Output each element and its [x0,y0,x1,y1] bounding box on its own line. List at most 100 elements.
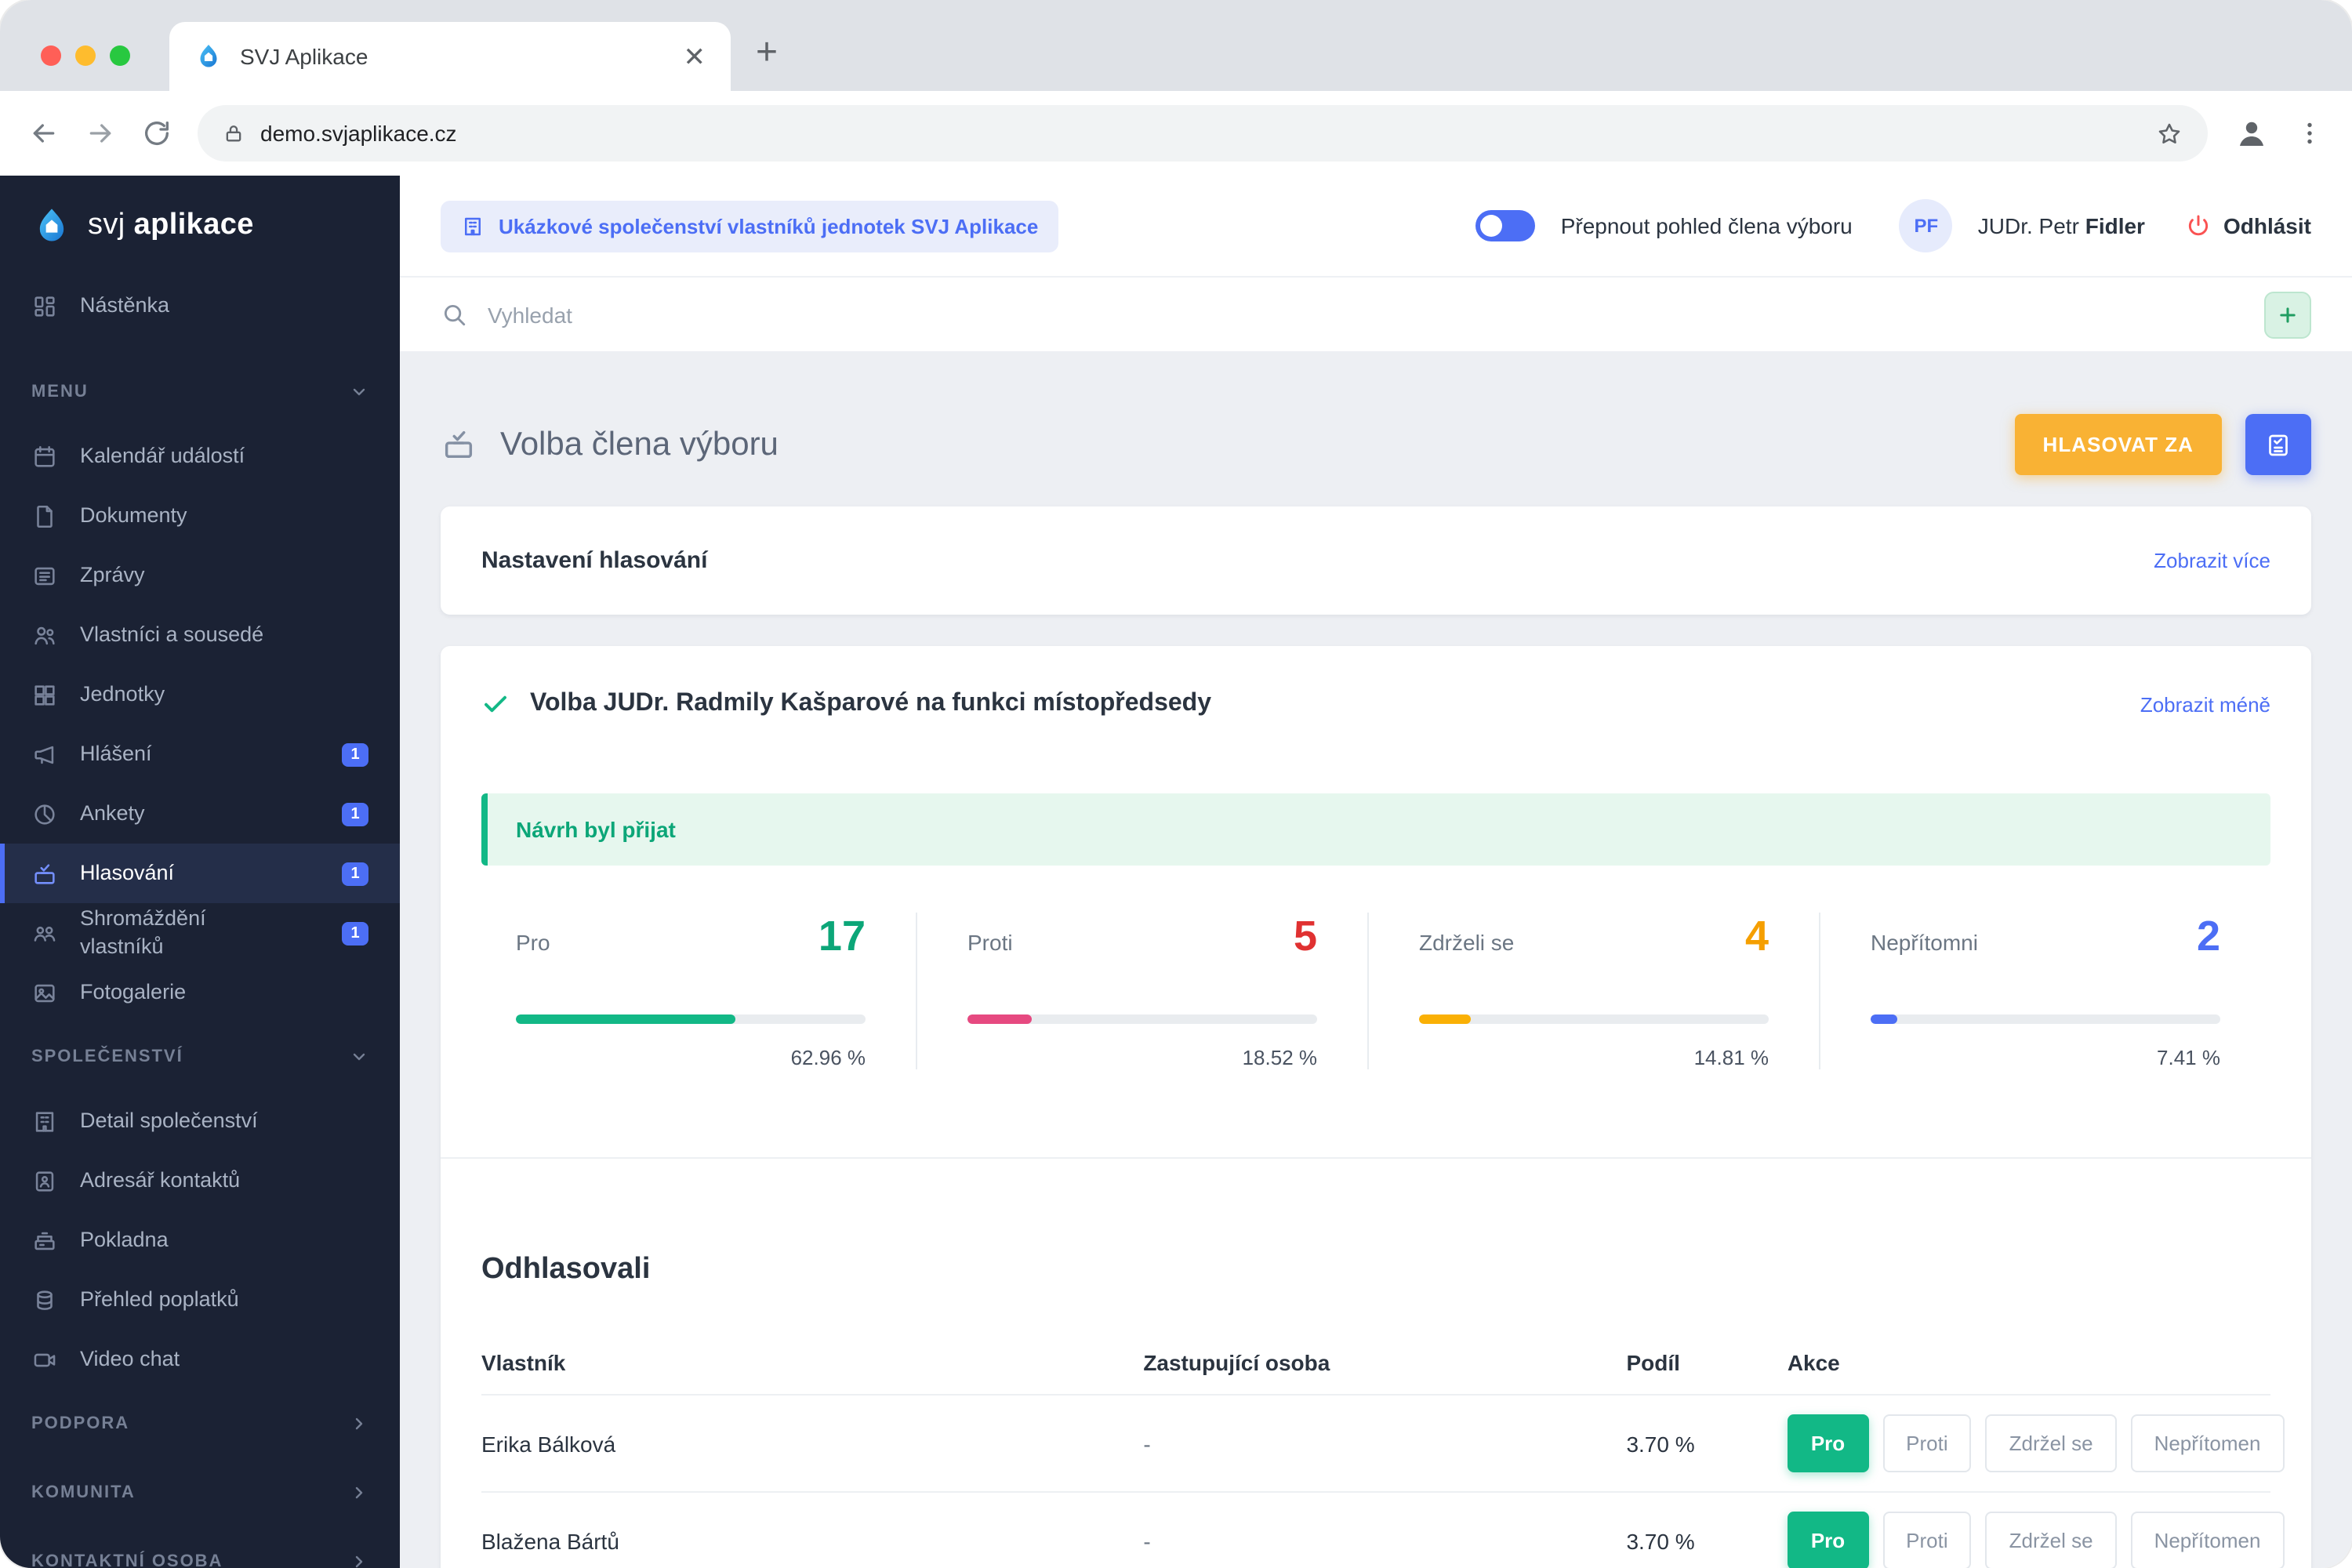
vote-nepritomen-button[interactable]: Nepřítomen [2130,1512,2285,1568]
vote-for-button[interactable]: HLASOVAT ZA [2014,414,2222,475]
sidebar-item-kalendar[interactable]: Kalendář událostí [0,426,400,486]
logout-button[interactable]: Odhlásit [2186,213,2311,238]
vote-actions: Pro Proti Zdržel se Nepřítomen [1787,1414,2285,1472]
stat-label: Nepřítomni [1871,930,1978,955]
dashboard-icon [34,296,55,316]
stat-percentage: 62.96 % [790,1046,866,1069]
committee-view-toggle[interactable] [1475,210,1536,241]
back-icon[interactable] [28,118,60,149]
browser-profile-icon[interactable] [2233,114,2270,152]
sidebar-item-shromazdeni[interactable]: Shromáždění vlastníků 1 [0,903,400,963]
vote-pro-button[interactable]: Pro [1787,1414,1869,1472]
sidebar-section-podpora[interactable]: PODPORA [0,1389,400,1458]
calendar-icon [34,445,55,466]
power-icon [2188,215,2209,236]
voter-name: Blažena Bártů [481,1528,619,1553]
sidebar-item-vlastnici[interactable]: Vlastníci a sousedé [0,605,400,665]
browser-tabstrip: SVJ Aplikace ✕ + [0,0,2352,91]
sidebar-item-jednotky[interactable]: Jednotky [0,665,400,724]
voter-share: 3.70 % [1626,1431,1695,1456]
ballot-box-icon [445,430,473,459]
user-avatar[interactable]: PF [1899,199,1953,252]
show-more-link[interactable]: Zobrazit více [2154,549,2270,572]
sidebar-item-hlaseni[interactable]: Hlášení 1 [0,724,400,784]
document-icon [37,504,53,528]
sidebar-item-nastenka[interactable]: Nástěnka [0,276,400,336]
stat-value: 5 [1293,913,1317,960]
sidebar-item-dokumenty[interactable]: Dokumenty [0,486,400,546]
progress-bar [967,1014,1317,1024]
address-bar[interactable]: demo.svjaplikace.cz [198,105,2208,162]
cash-register-icon [34,1231,55,1250]
chevron-right-icon [355,1486,363,1499]
settings-card-title: Nastavení hlasování [481,547,708,574]
stat-proti: Proti 5 18.52 % [916,913,1367,1069]
reload-icon[interactable] [141,118,172,149]
column-vlastnik: Vlastník [481,1350,566,1375]
table-header-row: Vlastník Zastupující osoba Podíl Akce [481,1331,2270,1396]
coins-icon [37,1290,53,1309]
stat-value: 4 [1744,913,1769,960]
group-icon [34,925,56,941]
chevron-down-icon [353,1053,365,1061]
sidebar-section-kontaktni-osoba[interactable]: KONTAKTNÍ OSOBA [0,1527,400,1568]
stat-pro: Pro 17 62.96 % [481,913,916,1069]
progress-bar [1419,1014,1769,1024]
vote-stats: Pro 17 62.96 % Proti 5 18.52 % Zdrželi s… [481,913,2270,1157]
sidebar-item-detail-spolecenstvi[interactable]: Detail společenství [0,1091,400,1151]
company-chip[interactable]: Ukázkové společenství vlastníků jednotek… [441,200,1059,252]
voter-name: Erika Bálková [481,1431,616,1456]
sidebar-item-video-chat[interactable]: Video chat [0,1330,400,1389]
vote-nepritomen-button[interactable]: Nepřítomen [2130,1414,2285,1472]
voted-section-heading: Odhlasovali [481,1253,651,1286]
sidebar-section-spolecenstvi[interactable]: SPOLEČENSTVÍ [0,1022,400,1091]
video-camera-icon [34,1352,56,1367]
browser-tab[interactable]: SVJ Aplikace ✕ [169,22,731,91]
stat-percentage: 7.41 % [2157,1046,2220,1069]
show-less-link[interactable]: Zobrazit méně [2140,692,2270,716]
add-button[interactable] [2264,291,2311,338]
sidebar-item-adresar[interactable]: Adresář kontaktů [0,1151,400,1210]
stat-value: 2 [2196,913,2220,960]
page-content: Volba člena výboru HLASOVAT ZA Nastavení… [400,351,2352,1568]
sidebar-item-poplatky[interactable]: Přehled poplatků [0,1270,400,1330]
voter-share: 3.70 % [1626,1528,1695,1553]
sidebar-item-pokladna[interactable]: Pokladna [0,1210,400,1270]
vote-zdrzel-button[interactable]: Zdržel se [1985,1512,2117,1568]
vote-actions: Pro Proti Zdržel se Nepřítomen [1787,1512,2285,1568]
sidebar-section-menu[interactable]: MENU [0,358,400,426]
sidebar-section-komunita[interactable]: KOMUNITA [0,1458,400,1527]
ballot-action-button[interactable] [2245,414,2311,475]
notification-badge: 1 [342,802,368,826]
sidebar-item-zpravy[interactable]: Zprávy [0,546,400,605]
building-icon [35,1111,54,1131]
minimize-window-button[interactable] [75,45,96,66]
vote-pro-button[interactable]: Pro [1787,1512,1869,1568]
stat-zdrzeli: Zdrželi se 4 14.81 % [1367,913,1819,1069]
vote-proti-button[interactable]: Proti [1882,1512,1972,1568]
search-input[interactable] [488,302,2244,327]
vote-settings-card: Nastavení hlasování Zobrazit více [441,506,2311,615]
app-header: Ukázkové společenství vlastníků jednotek… [400,176,2352,276]
vote-proti-button[interactable]: Proti [1882,1414,1972,1472]
zoom-window-button[interactable] [110,45,130,66]
result-banner: Návrh byl přijat [481,793,2270,866]
vote-zdrzel-button[interactable]: Zdržel se [1985,1414,2117,1472]
stat-nepritomni: Nepřítomni 2 7.41 % [1819,913,2270,1069]
forward-icon[interactable] [85,118,116,149]
new-tab-button[interactable]: + [756,34,778,72]
sidebar-item-fotogalerie[interactable]: Fotogalerie [0,963,400,1022]
stat-label: Pro [516,930,550,955]
svj-favicon-icon [200,45,217,67]
check-icon [485,695,506,713]
notification-badge: 1 [342,862,368,885]
bookmark-star-icon[interactable] [2156,120,2183,147]
sidebar-item-ankety[interactable]: Ankety 1 [0,784,400,844]
sidebar-item-hlasovani[interactable]: Hlasování 1 [0,844,400,903]
close-window-button[interactable] [41,45,61,66]
browser-menu-icon[interactable] [2296,119,2324,147]
column-zastupujici: Zastupující osoba [1143,1350,1330,1375]
lock-icon [226,125,241,142]
tab-close-icon[interactable]: ✕ [684,43,706,70]
app-logo[interactable]: svj aplikace [0,176,400,276]
